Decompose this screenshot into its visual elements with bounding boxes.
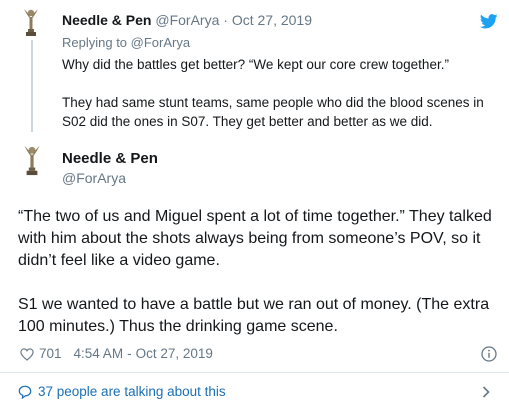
replying-prefix: Replying to [62,35,128,50]
tweet-time[interactable]: 4:54 AM [74,345,124,363]
heart-icon[interactable] [20,347,34,361]
chevron-right-icon[interactable] [481,386,491,398]
divider [0,372,509,373]
parent-tweet-date[interactable]: Oct 27, 2019 [232,12,312,28]
main-tweet-text: “The two of us and Miguel spent a lot of… [18,206,504,338]
thread-connector-line [31,40,33,132]
emmy-statuette-icon[interactable] [18,143,46,177]
meta-separator: - [127,346,132,361]
parent-text-paragraph: They had same stunt teams, same people w… [62,95,484,129]
parent-tweet-header: Needle & Pen @ForArya · Oct 27, 2019 [62,11,312,29]
parent-author-name[interactable]: Needle & Pen [62,12,151,28]
speech-bubble-icon [18,385,32,399]
emmy-statuette-icon[interactable] [18,7,44,37]
parent-separator: · [223,12,228,28]
main-text-paragraph: “The two of us and Miguel spent a lot of… [18,208,492,269]
parent-tweet-text: Why did the battles get better? “We kept… [62,55,502,131]
conversation-link[interactable]: 37 people are talking about this [18,383,226,401]
tweet-date[interactable]: Oct 27, 2019 [136,345,213,363]
conversation-link-text[interactable]: 37 people are talking about this [38,383,226,401]
tweet-meta-row: 701 4:54 AM - Oct 27, 2019 [20,345,213,363]
embedded-tweet-card: Needle & Pen @ForArya · Oct 27, 2019 Rep… [0,0,509,407]
like-count[interactable]: 701 [39,345,62,363]
parent-text-paragraph: Why did the battles get better? “We kept… [62,57,449,72]
main-author-handle[interactable]: @ForArya [62,169,126,187]
info-icon[interactable] [481,346,497,362]
parent-author-handle[interactable]: @ForArya [155,12,219,28]
main-author-name[interactable]: Needle & Pen [62,150,158,168]
twitter-bird-icon[interactable] [480,14,498,29]
replying-handle-link[interactable]: @ForArya [131,35,190,50]
main-text-paragraph: S1 we wanted to have a battle but we ran… [18,296,490,335]
replying-to-line: Replying to @ForArya [62,35,190,51]
